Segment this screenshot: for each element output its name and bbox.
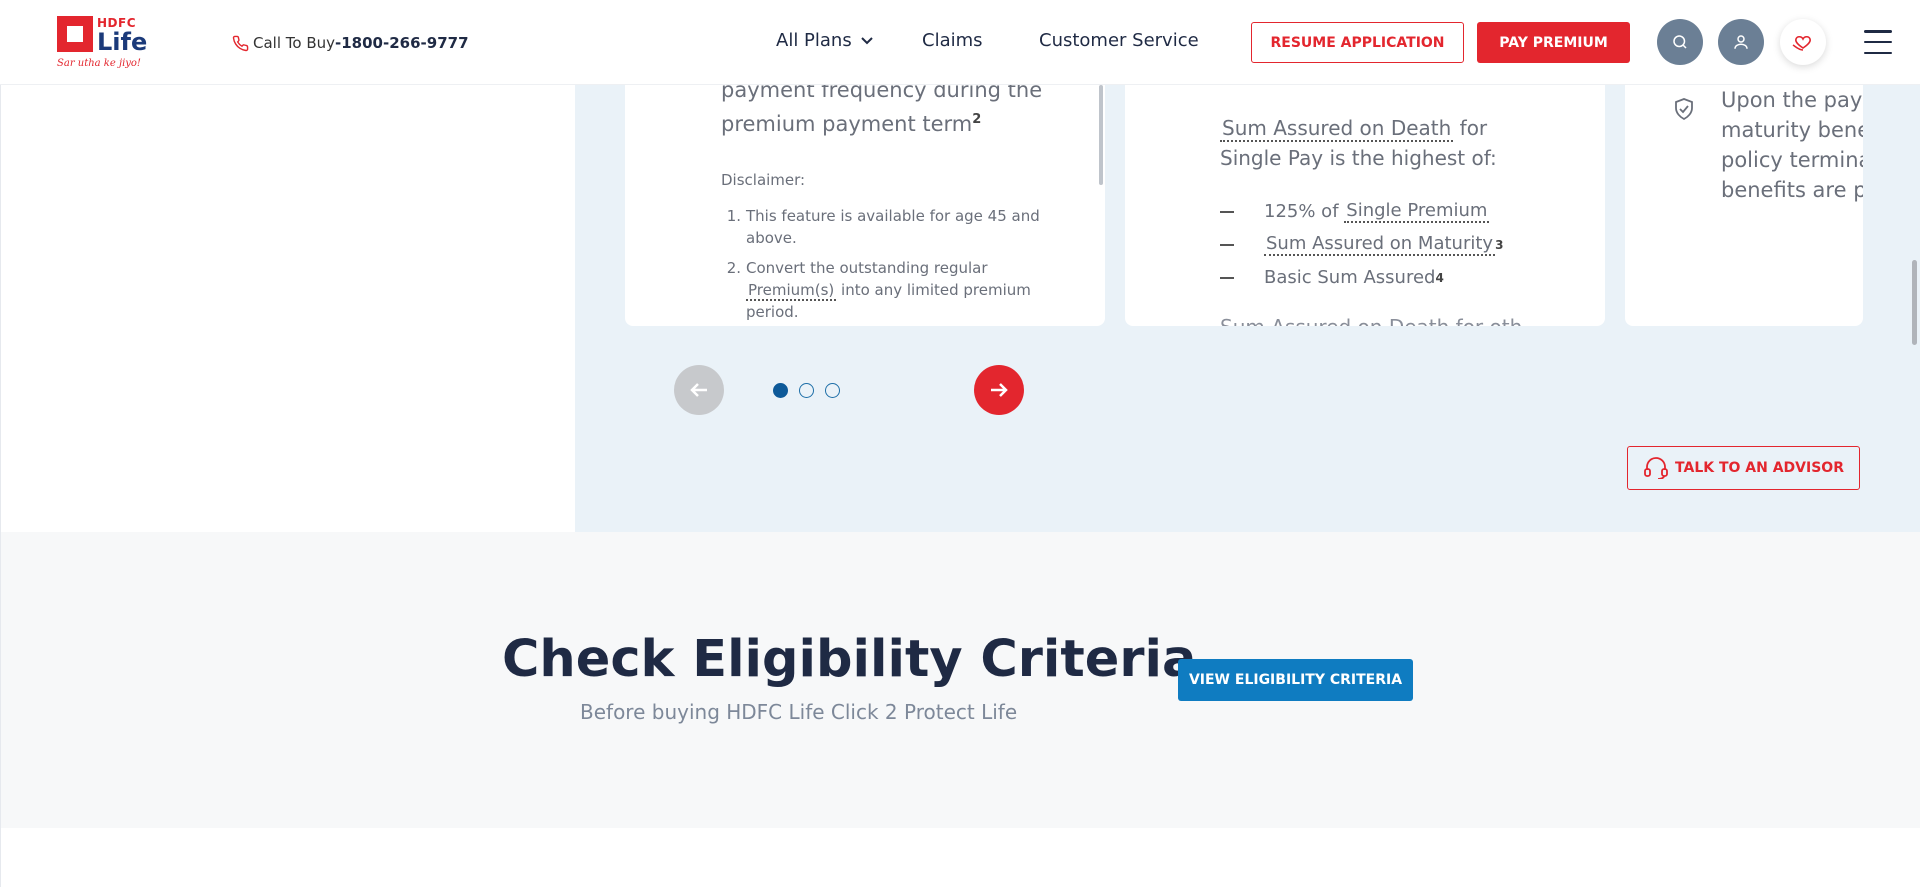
- account-button[interactable]: [1718, 19, 1764, 65]
- carousel-dot-2[interactable]: [799, 383, 814, 398]
- phone-icon: [232, 35, 249, 51]
- card1-line1: payment frequency during the: [721, 85, 1043, 102]
- feature-card-3: Upon the paym maturity bene policy termi…: [1625, 85, 1863, 326]
- nav-claims[interactable]: Claims: [922, 30, 983, 51]
- chevron-down-icon: [861, 37, 874, 45]
- headset-icon: [1644, 457, 1668, 479]
- sum-assured-maturity-tooltip-link[interactable]: Sum Assured on Maturity: [1264, 233, 1496, 256]
- premium-tooltip-link[interactable]: Premium(s): [746, 281, 837, 301]
- card1-scrollbar[interactable]: [1099, 85, 1103, 185]
- card1-footnote: 2: [972, 112, 982, 127]
- nav-all-plans[interactable]: All Plans: [776, 30, 874, 51]
- sum-assured-death-tooltip-link[interactable]: Sum Assured on Death: [1220, 116, 1454, 142]
- nav-all-plans-label: All Plans: [776, 30, 852, 51]
- carousel-dot-1[interactable]: [773, 383, 788, 398]
- single-premium-tooltip-link[interactable]: Single Premium: [1344, 200, 1490, 223]
- search-button[interactable]: [1657, 19, 1703, 65]
- eligibility-title: Check Eligibility Criteria: [502, 630, 1197, 689]
- list-item: 1. This feature is available for age 45 …: [726, 207, 1040, 247]
- eligibility-subtitle: Before buying HDFC Life Click 2 Protect …: [580, 700, 1018, 724]
- card2-intro: Sum Assured on Death for Single Pay is t…: [1220, 116, 1497, 170]
- card2-list: 125% of Single Premium Sum Assured on Ma…: [1220, 195, 1503, 294]
- talk-to-advisor-button[interactable]: TALK TO AN ADVISOR: [1627, 446, 1860, 490]
- card1-disclaimer-label: Disclaimer:: [721, 171, 806, 189]
- logo-mark: [57, 16, 93, 52]
- eligibility-section: Check Eligibility Criteria Before buying…: [0, 532, 1920, 828]
- search-icon: [1673, 35, 1687, 49]
- arrow-left-icon: [690, 383, 707, 397]
- hdfc-life-logo[interactable]: HDFC Life Sar utha ke jiyo!: [57, 16, 147, 74]
- card2-overflow-text: Sum Assured on Death for oth: [1220, 315, 1522, 326]
- shield-check-icon: [1675, 98, 1693, 121]
- carousel-next-button[interactable]: [974, 365, 1024, 415]
- page-scrollbar[interactable]: [1912, 260, 1917, 345]
- advisor-label: TALK TO AN ADVISOR: [1675, 460, 1844, 476]
- card3-text: Upon the paym maturity bene policy termi…: [1721, 88, 1863, 202]
- carousel-pagination: [773, 383, 840, 398]
- wishlist-button[interactable]: [1780, 19, 1826, 65]
- card1-text: payment frequency during the premium pay…: [721, 85, 1061, 139]
- pay-premium-button[interactable]: PAY PREMIUM: [1477, 22, 1630, 63]
- feature-card-1: payment frequency during the premium pay…: [625, 85, 1105, 326]
- next-section: [0, 828, 1920, 887]
- card1-disclaimer-list: 1. This feature is available for age 45 …: [721, 205, 1051, 326]
- carousel-prev-button[interactable]: [674, 365, 724, 415]
- list-item: 125% of Single Premium: [1220, 195, 1503, 228]
- call-label: Call To Buy: [253, 34, 336, 52]
- left-panel: [0, 85, 575, 532]
- arrow-right-icon: [991, 383, 1008, 397]
- carousel-dot-3[interactable]: [825, 383, 840, 398]
- heart-hand-icon: [1792, 35, 1811, 51]
- list-item: 2. Convert the outstanding regular Premi…: [726, 259, 1031, 321]
- hamburger-menu-icon[interactable]: [1864, 30, 1892, 54]
- view-eligibility-button[interactable]: VIEW ELIGIBILITY CRITERIA: [1178, 659, 1413, 701]
- logo-tagline: Sar utha ke jiyo!: [57, 58, 141, 69]
- site-header: HDFC Life Sar utha ke jiyo! Call To Buy -…: [0, 0, 1920, 85]
- nav-customer-service[interactable]: Customer Service: [1039, 30, 1199, 51]
- list-item: Sum Assured on Maturity 3: [1220, 228, 1503, 261]
- call-to-buy[interactable]: Call To Buy -1800-266-9777: [232, 34, 469, 52]
- card1-line2: premium payment term: [721, 112, 973, 136]
- resume-application-button[interactable]: RESUME APPLICATION: [1251, 22, 1464, 63]
- feature-card-2: Sum Assured on Death for Single Pay is t…: [1125, 85, 1605, 326]
- logo-name: Life: [97, 28, 148, 56]
- list-item: Basic Sum Assured 4: [1220, 261, 1503, 294]
- user-icon: [1734, 35, 1748, 49]
- call-number: -1800-266-9777: [335, 34, 469, 52]
